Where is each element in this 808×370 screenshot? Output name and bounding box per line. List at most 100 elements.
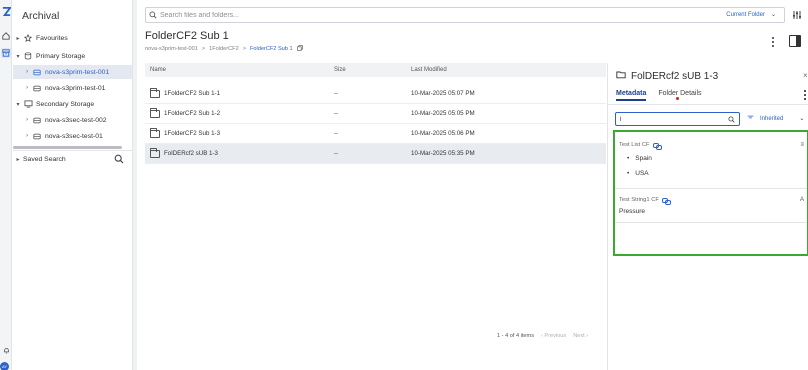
icon-rail: AY <box>0 0 12 370</box>
search-bar: Current Folder ⌄ <box>145 7 785 23</box>
row-name: 1FolderCF2 Sub 1-1 <box>164 90 221 97</box>
archive-icon[interactable] <box>1 48 11 58</box>
breadcrumb-current: FolderCF2 Sub 1 <box>249 46 293 52</box>
page-title: FolderCF2 Sub 1 <box>145 30 229 42</box>
row-name: 1FolderCF2 Sub 1-2 <box>164 110 221 117</box>
close-icon[interactable]: × <box>803 71 808 80</box>
previous-page-button[interactable]: ‹ Previous <box>541 333 566 339</box>
expand-toggle[interactable]: ≡ <box>800 142 804 148</box>
folder-icon <box>150 147 160 158</box>
sidebar: Archival ▸ Favourites ▾ Primary Storage … <box>13 0 132 370</box>
drive-icon <box>32 133 42 140</box>
logo-icon <box>1 6 11 16</box>
search-input[interactable] <box>160 11 620 19</box>
metadata-filter-input[interactable]: l <box>615 112 740 126</box>
folder-icon <box>150 107 160 118</box>
expand-caret[interactable]: ▸ <box>13 35 23 42</box>
row-size: -- <box>334 110 339 117</box>
pagination: 1 - 4 of 4 items ‹ Previous Next › <box>497 333 588 339</box>
sidebar-scrollbar[interactable] <box>13 146 122 149</box>
property-value: Pressure <box>619 208 646 215</box>
sidebar-resize-handle[interactable] <box>132 0 137 370</box>
breadcrumb-item[interactable]: nova-s3prim-test-001 <box>145 46 198 52</box>
property-value: Spain <box>627 155 652 162</box>
details-panel-toggle-icon[interactable] <box>789 35 801 47</box>
sidebar-item-label: nova-s3prim-test-01 <box>45 84 106 92</box>
row-size: -- <box>334 90 339 97</box>
table-row[interactable]: 1FolderCF2 Sub 1-1 -- 10-Mar-2025 05:07 … <box>145 84 606 104</box>
breadcrumb-separator: > <box>242 46 246 52</box>
column-header-name[interactable]: Name <box>145 67 334 73</box>
row-modified: 10-Mar-2025 05:35 PM <box>411 150 475 157</box>
inherited-filter-dropdown[interactable]: Inherited ⌄ <box>747 115 804 122</box>
sidebar-item-label: Secondary Storage <box>36 100 95 108</box>
expand-caret[interactable]: ▸ <box>13 156 23 163</box>
row-name: 1FolderCF2 Sub 1-3 <box>164 130 221 137</box>
next-page-button[interactable]: Next › <box>573 333 588 339</box>
bell-icon[interactable] <box>1 345 11 355</box>
row-modified: 10-Mar-2025 05:07 PM <box>411 90 475 97</box>
sidebar-item-nova-s3sec-test-01[interactable]: › nova-s3sec-test-01 <box>13 129 132 143</box>
collapse-caret[interactable]: ▾ <box>13 101 23 108</box>
expand-caret[interactable]: › <box>22 117 32 123</box>
sidebar-item-label: nova-s3prim-test-001 <box>45 68 110 76</box>
sidebar-item-nova-s3prim-test-01[interactable]: › nova-s3prim-test-01 <box>13 81 132 95</box>
sidebar-item-favourites[interactable]: ▸ Favourites <box>13 31 132 45</box>
expand-caret[interactable]: › <box>22 85 32 91</box>
row-size: -- <box>334 150 339 157</box>
monitor-icon <box>23 100 33 108</box>
table-row[interactable]: 1FolderCF2 Sub 1-2 -- 10-Mar-2025 05:05 … <box>145 104 606 124</box>
sidebar-item-saved-search[interactable]: ▸ Saved Search <box>13 152 132 166</box>
sidebar-item-primary-storage[interactable]: ▾ Primary Storage <box>13 49 132 63</box>
inherited-label: Inherited <box>760 115 784 122</box>
expand-caret[interactable]: › <box>22 133 32 139</box>
column-header-last-modified[interactable]: Last Modified <box>411 67 606 73</box>
collapse-caret[interactable]: ▾ <box>13 53 23 60</box>
details-panel: FolDERcf2 sUB 1-3 × Metadata Folder Deta… <box>607 63 808 370</box>
breadcrumb-item[interactable]: 1FolderCF2 <box>209 46 239 52</box>
row-size: -- <box>334 130 339 137</box>
search-scope-label: Current Folder <box>726 11 765 18</box>
more-options-icon[interactable] <box>770 36 776 48</box>
sidebar-item-label: Saved Search <box>23 155 66 163</box>
table-row-selected[interactable]: FolDERcf2 sUB 1-3 -- 10-Mar-2025 05:35 P… <box>145 144 606 164</box>
sidebar-item-label: nova-s3sec-test-002 <box>45 116 107 124</box>
search-icon <box>146 11 160 19</box>
search-scope-dropdown[interactable]: Current Folder ⌄ <box>726 11 776 19</box>
file-table: Name Size Last Modified 1FolderCF2 Sub 1… <box>145 63 606 164</box>
details-tabs: Metadata Folder Details <box>616 90 702 101</box>
sidebar-item-secondary-storage[interactable]: ▾ Secondary Storage <box>13 97 132 111</box>
tab-label: Folder Details <box>658 90 702 97</box>
pagination-summary: 1 - 4 of 4 items <box>497 333 534 339</box>
tab-folder-details[interactable]: Folder Details <box>658 90 702 101</box>
filter-icon <box>747 115 754 122</box>
folder-icon <box>616 70 626 82</box>
home-icon[interactable] <box>1 31 11 41</box>
user-avatar[interactable]: AY <box>0 362 9 370</box>
row-name: FolDERcf2 sUB 1-3 <box>164 150 218 157</box>
divider <box>608 104 808 105</box>
chevron-down-icon: ⌄ <box>770 12 776 18</box>
divider <box>615 188 807 189</box>
expand-toggle[interactable]: A <box>800 197 804 203</box>
sidebar-item-label: nova-s3sec-test-01 <box>45 132 103 140</box>
sidebar-item-nova-s3sec-test-002[interactable]: › nova-s3sec-test-002 <box>13 113 132 127</box>
tab-metadata[interactable]: Metadata <box>616 90 647 101</box>
star-icon <box>23 34 33 42</box>
app-title: Archival <box>22 10 60 22</box>
table-row[interactable]: 1FolderCF2 Sub 1-3 -- 10-Mar-2025 05:06 … <box>145 124 606 144</box>
details-more-options-icon[interactable] <box>803 90 807 100</box>
property-label: Test String1 CF <box>619 197 659 203</box>
breadcrumb: nova-s3prim-test-001 > 1FolderCF2 > Fold… <box>145 45 303 53</box>
divider <box>615 222 807 223</box>
expand-caret[interactable]: › <box>22 69 32 75</box>
search-icon <box>728 116 735 125</box>
column-header-size[interactable]: Size <box>334 67 411 73</box>
sidebar-item-nova-s3prim-test-001[interactable]: › nova-s3prim-test-001 <box>13 65 132 79</box>
folder-icon <box>150 127 160 138</box>
filter-settings-icon[interactable] <box>791 9 803 21</box>
property-label: Test List CF <box>619 142 650 148</box>
row-modified: 10-Mar-2025 05:06 PM <box>411 130 475 137</box>
copy-icon[interactable] <box>296 45 303 53</box>
search-icon[interactable] <box>114 154 124 166</box>
